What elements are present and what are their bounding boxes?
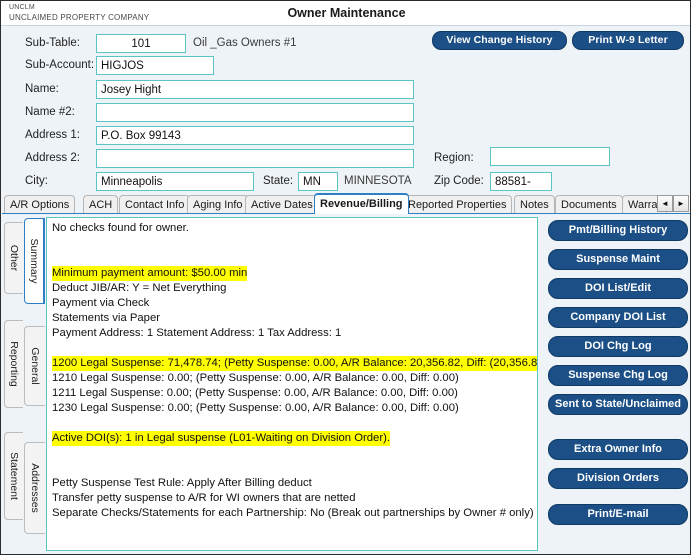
suspense-maint-button[interactable]: Suspense Maint <box>548 249 688 270</box>
state-description: MINNESOTA <box>344 175 412 187</box>
tab-ach[interactable]: ACH <box>83 195 119 214</box>
vtab-general[interactable]: General <box>24 326 45 406</box>
doi-list-edit-button[interactable]: DOI List/Edit <box>548 278 688 299</box>
zip-code-label: Zip Code: <box>434 175 484 187</box>
vtab-summary[interactable]: Summary <box>24 218 45 304</box>
vtab-statement[interactable]: Statement <box>4 432 23 520</box>
state-label: State: <box>263 175 294 187</box>
vtab-other[interactable]: Other <box>4 222 23 294</box>
summary-line: Deduct JIB/AR: Y = Net Everything <box>52 282 227 294</box>
region-label: Region: <box>434 152 474 164</box>
tab-active-dates[interactable]: Active Dates <box>245 195 319 214</box>
suspense-chg-log-button[interactable]: Suspense Chg Log <box>548 365 688 386</box>
summary-line: Payment Address: 1 Statement Address: 1 … <box>52 327 342 339</box>
division-orders-button[interactable]: Division Orders <box>548 468 688 489</box>
tab-documents[interactable]: Documents <box>555 195 623 214</box>
sub-table-input[interactable]: 101 <box>96 34 186 53</box>
sub-account-input[interactable]: HIGJOS <box>96 56 214 75</box>
page-title: Owner Maintenance <box>287 6 406 20</box>
company-doi-list-button[interactable]: Company DOI List <box>548 307 688 328</box>
tab-ar-options[interactable]: A/R Options <box>4 195 76 214</box>
region-input[interactable] <box>490 147 610 166</box>
summary-line: Separate Checks/Statements for each Part… <box>52 507 534 519</box>
tab-notes[interactable]: Notes <box>514 195 555 214</box>
doi-chg-log-button[interactable]: DOI Chg Log <box>548 336 688 357</box>
vtab-reporting[interactable]: Reporting <box>4 320 23 408</box>
action-button-column: Pmt/Billing History Suspense Maint DOI L… <box>542 214 690 554</box>
scroll-left-icon[interactable]: ◄ <box>657 195 673 212</box>
tab-contact-info[interactable]: Contact Info <box>119 195 191 214</box>
name-2-label: Name #2: <box>25 106 75 118</box>
summary-text-panel[interactable]: No checks found for owner. Minimum payme… <box>46 217 538 551</box>
zip-code-input[interactable]: 88581- <box>490 172 552 191</box>
print-email-button[interactable]: Print/E-mail <box>548 504 688 525</box>
summary-line: Petty Suspense Test Rule: Apply After Bi… <box>52 477 312 489</box>
address-2-label: Address 2: <box>25 152 80 164</box>
summary-line: 1230 Legal Suspense: 0.00; (Petty Suspen… <box>52 402 459 414</box>
vtab-addresses[interactable]: Addresses <box>24 442 45 534</box>
summary-line: Active DOI(s): 1 in Legal suspense (L01-… <box>52 431 390 446</box>
address-1-input[interactable]: P.O. Box 99143 <box>96 126 414 145</box>
sub-table-label: Sub-Table: <box>25 37 80 49</box>
summary-line: 1211 Legal Suspense: 0.00; (Petty Suspen… <box>52 387 458 399</box>
sub-account-label: Sub-Account: <box>25 59 95 71</box>
title-bar: UNCLM UNCLAIMED PROPERTY COMPANY Owner M… <box>1 1 690 26</box>
scroll-right-icon[interactable]: ► <box>673 195 689 212</box>
extra-owner-info-button[interactable]: Extra Owner Info <box>548 439 688 460</box>
owner-maintenance-window: UNCLM UNCLAIMED PROPERTY COMPANY Owner M… <box>0 0 691 555</box>
state-input[interactable]: MN <box>298 172 338 191</box>
tab-aging-info[interactable]: Aging Info <box>187 195 249 214</box>
name-input[interactable]: Josey Hight <box>96 80 414 99</box>
summary-line: 1210 Legal Suspense: 0.00; (Petty Suspen… <box>52 372 459 384</box>
pmt-billing-history-button[interactable]: Pmt/Billing History <box>548 220 688 241</box>
summary-line: Minimum payment amount: $50.00 min <box>52 266 248 281</box>
name-2-input[interactable] <box>96 103 414 122</box>
city-input[interactable]: Minneapolis <box>96 172 254 191</box>
summary-line: No checks found for owner. <box>52 222 189 234</box>
summary-line: Transfer petty suspense to A/R for WI ow… <box>52 492 356 504</box>
tab-reported-properties[interactable]: Reported Properties <box>402 195 513 214</box>
city-label: City: <box>25 175 48 187</box>
tab-scroll-controls: ◄ ► <box>657 195 689 212</box>
summary-line: 1200 Legal Suspense: 71,478.74; (Petty S… <box>52 356 537 371</box>
main-tab-strip: A/R Options ACH Contact Info Aging Info … <box>2 193 690 214</box>
sent-to-state-unclaimed-button[interactable]: Sent to State/Unclaimed <box>548 394 688 415</box>
revenue-billing-tab-page: Other Reporting Statement Summary Genera… <box>2 213 690 554</box>
owner-header-form: Sub-Table: 101 Oil _Gas Owners #1 View C… <box>2 26 690 191</box>
address-1-label: Address 1: <box>25 129 80 141</box>
address-2-input[interactable] <box>96 149 414 168</box>
view-change-history-button[interactable]: View Change History <box>432 31 567 50</box>
name-label: Name: <box>25 83 59 95</box>
sub-table-description: Oil _Gas Owners #1 <box>193 37 297 49</box>
summary-line: Statements via Paper <box>52 312 161 324</box>
tab-revenue-billing[interactable]: Revenue/Billing <box>314 193 409 214</box>
summary-line: Payment via Check <box>52 297 150 309</box>
print-w9-letter-button[interactable]: Print W-9 Letter <box>572 31 684 50</box>
